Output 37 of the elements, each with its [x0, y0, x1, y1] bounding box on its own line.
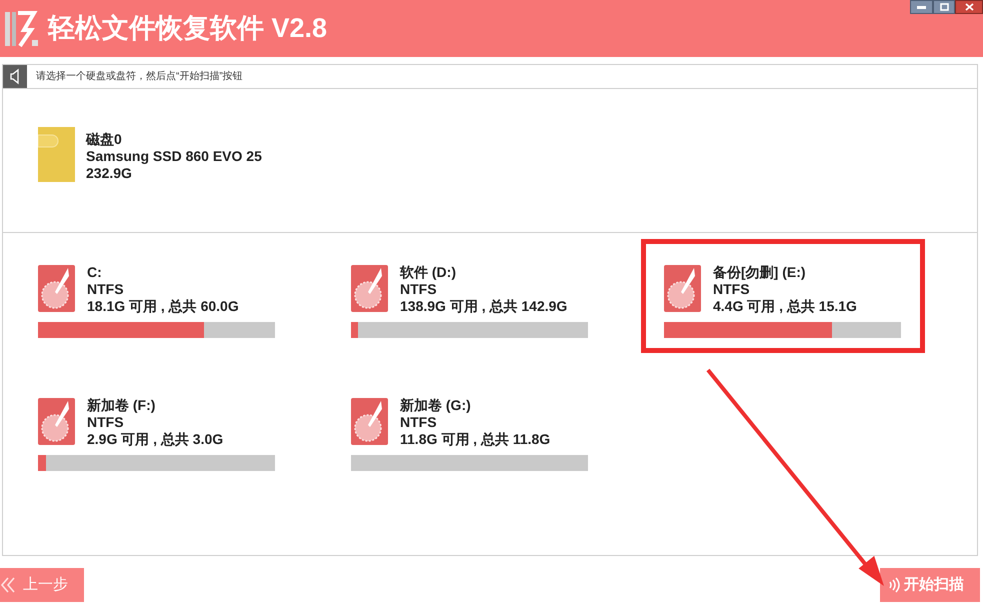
sound-wave-icon — [888, 577, 900, 593]
partition-name: 新加卷 (F:) — [87, 397, 156, 414]
close-icon — [964, 3, 974, 11]
filesystem-label: NTFS — [87, 281, 125, 298]
disk-partition-icon — [38, 265, 75, 312]
filesystem-label: NTFS — [713, 281, 751, 298]
filesystem-label: NTFS — [87, 414, 125, 431]
partition-name: C: — [87, 264, 103, 281]
window-title: 轻松文件恢复软件 V2.8 — [48, 15, 328, 42]
usage-text: 4.4G 可用 , 总共 15.1G — [713, 298, 857, 315]
filesystem-label: NTFS — [400, 414, 438, 431]
start-scan-button[interactable]: 开始扫描 — [880, 568, 980, 602]
close-button[interactable] — [955, 0, 983, 14]
partition-name: 软件 (D:) — [400, 264, 457, 281]
partition-name: 备份[勿删] (E:) — [713, 264, 807, 281]
usage-text: 11.8G 可用 , 总共 11.8G — [400, 431, 550, 448]
disk-partition-icon — [664, 265, 701, 312]
disk-model: Samsung SSD 860 EVO 25 — [86, 148, 262, 165]
usage-text: 138.9G 可用 , 总共 142.9G — [400, 298, 568, 315]
disk-partition-icon — [351, 265, 388, 312]
disk-partition-icon — [351, 398, 388, 445]
maximize-button[interactable] — [933, 0, 955, 14]
app-logo-icon — [4, 10, 40, 48]
hint-text: 请选择一个硬盘或盘符，然后点“开始扫描”按钮 — [36, 70, 243, 84]
maximize-icon — [940, 3, 948, 11]
disk-size: 232.9G — [86, 165, 133, 182]
usage-text: 2.9G 可用 , 总共 3.0G — [87, 431, 224, 448]
double-chevron-left-icon — [1, 577, 15, 593]
speaker-icon — [3, 65, 27, 88]
partition-name: 新加卷 (G:) — [400, 397, 472, 414]
disk-name: 磁盘0 — [86, 131, 123, 148]
minimize-icon — [917, 6, 926, 8]
minimize-button[interactable] — [910, 0, 933, 14]
usage-text: 18.1G 可用 , 总共 60.0G — [87, 298, 239, 315]
filesystem-label: NTFS — [400, 281, 438, 298]
back-button[interactable]: 上一步 — [0, 568, 84, 602]
disk-partition-icon — [38, 398, 75, 445]
